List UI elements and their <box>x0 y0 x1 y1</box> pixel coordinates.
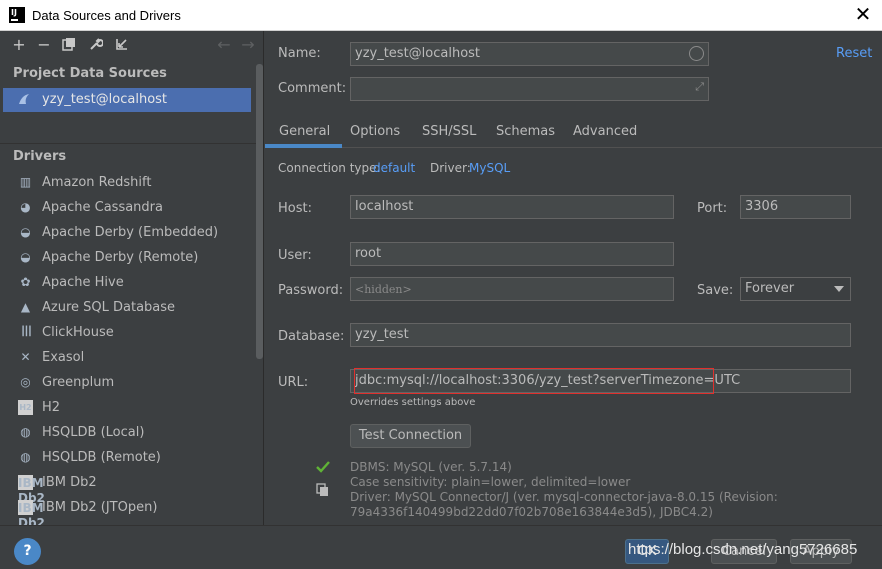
duplicate-icon[interactable] <box>61 37 77 53</box>
hsqldb-icon: ◍ <box>20 450 31 464</box>
right-panel: Name: yzy_test@localhost Reset Comment: … <box>265 31 882 525</box>
window-title: Data Sources and Drivers <box>32 8 181 23</box>
driver-item-apache-hive[interactable]: ✿ Apache Hive <box>0 271 250 295</box>
azure-icon: ▲ <box>20 300 31 314</box>
host-field[interactable]: localhost <box>350 195 674 219</box>
bottom-bar: ? OK Cancel Apply https://blog.csdn.net/… <box>0 525 882 569</box>
ibm-db2-icon: IBM Db2 <box>18 475 45 505</box>
wrench-icon[interactable] <box>88 37 104 53</box>
remove-icon[interactable]: − <box>36 37 52 53</box>
add-icon[interactable]: + <box>11 37 27 53</box>
help-button[interactable]: ? <box>14 538 41 565</box>
forward-icon[interactable]: → <box>240 37 256 53</box>
greenplum-icon: ◎ <box>20 375 31 389</box>
expand-icon[interactable]: ⤢ <box>695 80 704 94</box>
name-field[interactable]: yzy_test@localhost <box>350 42 709 66</box>
save-label: Save: <box>697 283 734 298</box>
driver-item-azure-sql-database[interactable]: ▲ Azure SQL Database <box>0 296 250 320</box>
driver-revision-info: 79a4336f140499bd22dd07f02b708e163844e3d5… <box>350 505 713 519</box>
cassandra-icon: ◕ <box>20 200 31 214</box>
project-data-sources-title: Project Data Sources <box>13 66 167 81</box>
exasol-icon: ✕ <box>20 350 31 364</box>
port-field[interactable]: 3306 <box>740 195 851 219</box>
data-source-label: yzy_test@localhost <box>42 92 168 107</box>
save-dropdown[interactable]: Forever <box>740 277 851 301</box>
derby-hat-icon: ◒ <box>20 225 31 239</box>
title-bar: IJ Data Sources and Drivers ✕ <box>0 0 882 31</box>
comment-label: Comment: <box>278 81 347 96</box>
left-scrollbar[interactable] <box>256 64 263 359</box>
copy-icon[interactable] <box>316 483 330 497</box>
color-picker-icon[interactable] <box>689 46 704 61</box>
host-label: Host: <box>278 201 312 216</box>
driver-item-amazon-redshift[interactable]: ▥ Amazon Redshift <box>0 171 250 195</box>
chevron-down-icon <box>834 286 844 292</box>
data-source-item-yzy-test[interactable]: yzy_test@localhost <box>3 88 251 112</box>
driver-item-ibm-db2[interactable]: IBM Db2 IBM Db2 <box>0 471 250 505</box>
password-label: Password: <box>278 283 344 298</box>
redshift-icon: ▥ <box>19 175 32 189</box>
driver-link[interactable]: MySQL <box>469 161 510 175</box>
driver-item-exasol[interactable]: ✕ Exasol <box>0 346 250 370</box>
import-icon[interactable] <box>114 37 130 53</box>
driver-label: Driver: <box>430 161 471 175</box>
close-icon[interactable]: ✕ <box>854 4 872 24</box>
driver-item-apache-derby-remote[interactable]: ◒ Apache Derby (Remote) <box>0 246 250 270</box>
url-hint: Overrides settings above <box>350 397 476 408</box>
password-field[interactable]: <hidden> <box>350 277 674 301</box>
driver-item-ibm-db2-jtopen[interactable]: IBM Db2 IBM Db2 (JTOpen) <box>0 496 250 530</box>
tab-advanced[interactable]: Advanced <box>573 124 637 139</box>
left-toolbar: + − ← → <box>0 31 264 59</box>
dbms-info: DBMS: MySQL (ver. 5.7.14) <box>350 460 512 474</box>
driver-item-apache-derby-embedded[interactable]: ◒ Apache Derby (Embedded) <box>0 221 250 245</box>
connection-type-link[interactable]: default <box>373 161 415 175</box>
driver-item-hsqldb-local[interactable]: ◍ HSQLDB (Local) <box>0 421 250 445</box>
hive-bee-icon: ✿ <box>20 275 31 289</box>
clickhouse-icon: ┃┃┃ <box>20 327 32 337</box>
mysql-dolphin-icon <box>17 92 31 106</box>
drivers-title: Drivers <box>13 149 67 164</box>
tab-schemas[interactable]: Schemas <box>496 124 555 139</box>
name-label: Name: <box>278 46 321 61</box>
tab-options[interactable]: Options <box>350 124 400 139</box>
driver-item-hsqldb-remote[interactable]: ◍ HSQLDB (Remote) <box>0 446 250 470</box>
reset-link[interactable]: Reset <box>836 46 872 61</box>
tab-ssh-ssl[interactable]: SSH/SSL <box>422 124 476 139</box>
tab-bar: General Options SSH/SSL Schemas Advanced <box>265 118 882 148</box>
port-label: Port: <box>697 201 728 216</box>
back-icon[interactable]: ← <box>216 37 232 53</box>
comment-field[interactable]: ⤢ <box>350 77 709 101</box>
success-check-icon <box>316 460 330 474</box>
driver-item-h2[interactable]: H2 H2 <box>0 396 250 420</box>
derby-hat-icon: ◒ <box>20 250 31 264</box>
divider <box>0 143 262 144</box>
highlight-box <box>354 368 714 394</box>
url-label: URL: <box>278 375 309 390</box>
driver-item-apache-cassandra[interactable]: ◕ Apache Cassandra <box>0 196 250 220</box>
user-label: User: <box>278 248 312 263</box>
ibm-db2-icon: IBM Db2 <box>18 500 45 530</box>
driver-item-greenplum[interactable]: ◎ Greenplum <box>0 371 250 395</box>
database-field[interactable]: yzy_test <box>350 323 851 347</box>
database-label: Database: <box>278 329 345 344</box>
left-panel: + − ← → Project Data Sources yzy_test@lo… <box>0 31 264 530</box>
driver-info: Driver: MySQL Connector/J (ver. mysql-co… <box>350 490 778 504</box>
intellij-app-icon: IJ <box>9 7 25 23</box>
tab-general[interactable]: General <box>279 124 330 139</box>
watermark-text: https://blog.csdn.net/yang5726685 <box>628 541 858 558</box>
case-sensitivity-info: Case sensitivity: plain=lower, delimited… <box>350 475 631 489</box>
h2-icon: H2 <box>18 400 33 415</box>
hsqldb-icon: ◍ <box>20 425 31 439</box>
general-tab-panel: Connection type: default Driver: MySQL H… <box>265 148 882 525</box>
driver-item-clickhouse[interactable]: ┃┃┃ ClickHouse <box>0 321 250 345</box>
connection-type-label: Connection type: <box>278 161 381 175</box>
test-connection-button[interactable]: Test Connection <box>350 424 471 448</box>
user-field[interactable]: root <box>350 242 674 266</box>
